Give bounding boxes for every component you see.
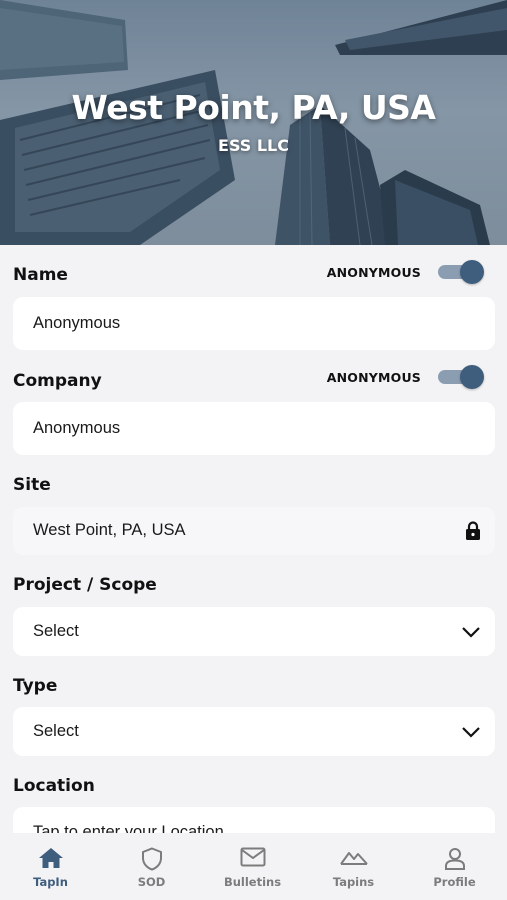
tab-tapins[interactable]: Tapins xyxy=(303,833,404,900)
tab-bulletins[interactable]: Bulletins xyxy=(202,833,303,900)
type-select[interactable]: Select xyxy=(13,707,495,756)
company-subtitle: ESS LLC xyxy=(218,136,289,155)
company-label: Company xyxy=(13,371,102,391)
company-anonymous-toggle[interactable] xyxy=(438,365,484,389)
location-field[interactable]: Tap to enter your Location xyxy=(13,807,495,833)
mountain-icon xyxy=(339,852,368,865)
tab-label: Bulletins xyxy=(223,875,282,889)
project-scope-value: Select xyxy=(33,622,79,640)
tab-sod[interactable]: SOD xyxy=(101,833,202,900)
site-field-value: West Point, PA, USA xyxy=(33,521,186,539)
page-title: West Point, PA, USA xyxy=(71,88,436,127)
person-icon xyxy=(444,848,465,870)
chevron-down-icon xyxy=(461,724,481,743)
tab-label: Profile xyxy=(433,875,476,889)
lock-icon xyxy=(465,521,481,545)
name-anonymous-toggle[interactable] xyxy=(438,260,484,284)
tab-label: TapIn xyxy=(33,875,68,889)
name-field[interactable]: Anonymous xyxy=(13,297,495,350)
type-value: Select xyxy=(33,722,79,740)
company-field[interactable]: Anonymous xyxy=(13,402,495,455)
report-form: Name ANONYMOUS Anonymous Company ANONYMO… xyxy=(0,245,507,833)
bottom-tab-bar: TapIn SOD Bulletins Tapins Profile xyxy=(0,833,507,900)
project-scope-label: Project / Scope xyxy=(13,575,157,595)
name-field-value: Anonymous xyxy=(33,314,121,332)
project-scope-select[interactable]: Select xyxy=(13,607,495,656)
company-field-value: Anonymous xyxy=(33,419,121,437)
shield-icon xyxy=(141,847,162,871)
toggle-knob xyxy=(460,365,484,389)
tab-tapin[interactable]: TapIn xyxy=(0,833,101,900)
name-label: Name xyxy=(13,265,68,285)
site-label: Site xyxy=(13,475,51,495)
toggle-knob xyxy=(460,260,484,284)
mail-icon xyxy=(240,847,265,867)
home-icon xyxy=(38,848,63,868)
hero-header: West Point, PA, USA ESS LLC xyxy=(0,0,507,245)
company-anonymous-label: ANONYMOUS xyxy=(326,370,421,385)
location-label: Location xyxy=(13,776,95,796)
site-field: West Point, PA, USA xyxy=(13,507,495,555)
chevron-down-icon xyxy=(461,624,481,643)
type-label: Type xyxy=(13,676,58,696)
tab-label: Tapins xyxy=(332,875,375,889)
name-anonymous-label: ANONYMOUS xyxy=(326,265,421,280)
tab-profile[interactable]: Profile xyxy=(404,833,505,900)
tab-label: SOD xyxy=(137,875,166,889)
location-placeholder: Tap to enter your Location xyxy=(33,823,224,833)
